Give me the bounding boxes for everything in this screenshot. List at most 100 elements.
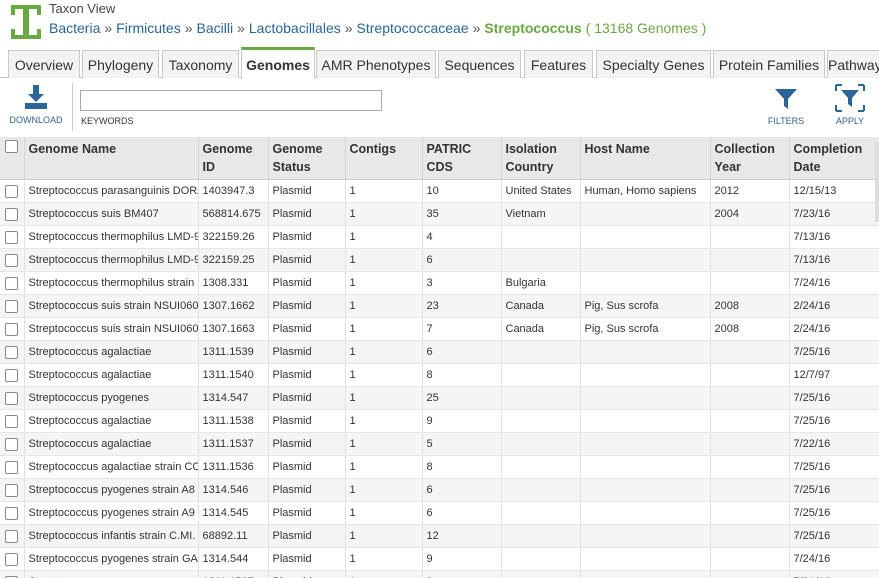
table-row[interactable]: Streptococcus agalactiae 1311.1539 Plasmid… bbox=[0, 340, 879, 364]
table-cell: 8 bbox=[422, 363, 502, 387]
column-header-isolation-country[interactable]: Isolation Country bbox=[501, 137, 581, 180]
table-row[interactable]: Streptococcus agalactiae strain CC 1311.1… bbox=[0, 455, 879, 479]
row-checkbox[interactable] bbox=[5, 529, 19, 543]
table-cell: 1311.1538 bbox=[198, 409, 269, 433]
tab-genomes[interactable]: Genomes bbox=[241, 47, 315, 79]
table-cell bbox=[580, 248, 711, 272]
table-cell bbox=[710, 248, 790, 272]
breadcrumb-link[interactable]: Bacilli bbox=[197, 20, 234, 36]
column-header-patric-cds[interactable]: PATRIC CDS bbox=[422, 137, 502, 180]
table-row[interactable]: Streptococcus pyogenes strain A8 1314.546… bbox=[0, 478, 879, 502]
row-checkbox[interactable] bbox=[5, 276, 19, 290]
table-cell: Streptococcus thermophilus LMD-9 bbox=[24, 248, 199, 272]
breadcrumb: Bacteria» Firmicutes» Bacilli» Lactobacilla… bbox=[49, 20, 706, 36]
table-cell bbox=[580, 478, 711, 502]
table-row[interactable]: Streptococcus suis BM407 568814.675 Plasmi… bbox=[0, 202, 879, 226]
table-row[interactable]: Streptococcus parasanguinis DORA_23_2414… bbox=[0, 179, 879, 203]
tab-overview[interactable]: Overview bbox=[8, 50, 80, 78]
filters-button[interactable]: FILTERS bbox=[763, 87, 809, 126]
column-header-contigs[interactable]: Contigs bbox=[345, 137, 423, 180]
table-row[interactable]: Streptococcus suis strain NSUI060 1307.16… bbox=[0, 317, 879, 341]
table-cell: 1314.545 bbox=[198, 501, 269, 525]
row-checkbox[interactable] bbox=[5, 414, 19, 428]
table-cell: 1311.1539 bbox=[198, 340, 269, 364]
tab-amr-phenotypes[interactable]: AMR Phenotypes bbox=[316, 50, 436, 78]
column-header-genome-name[interactable]: Genome Name bbox=[24, 137, 199, 180]
table-cell: Human, Homo sapiens bbox=[580, 179, 711, 203]
row-select-cell bbox=[0, 179, 25, 203]
table-cell: Streptococcus ... bbox=[24, 570, 199, 578]
select-all-checkbox[interactable] bbox=[5, 140, 19, 154]
row-checkbox[interactable] bbox=[5, 322, 19, 336]
keywords-label: KEYWORDS bbox=[81, 116, 134, 126]
table-cell: 2/24/16 bbox=[789, 317, 879, 341]
table-cell bbox=[501, 386, 581, 410]
table-cell: 25 bbox=[422, 386, 502, 410]
table-row[interactable]: Streptococcus agalactiae 1311.1537 Plasmid… bbox=[0, 432, 879, 456]
download-button[interactable]: DOWNLOAD bbox=[6, 83, 66, 125]
table-cell: 2012 bbox=[710, 179, 790, 203]
table-cell bbox=[501, 363, 581, 387]
column-header-completion-date[interactable]: Completion Date bbox=[789, 137, 879, 180]
tab-specialty-genes[interactable]: Specialty Genes bbox=[596, 50, 711, 78]
table-row[interactable]: Streptococcus ...1311.1535Plasmid19 7/24/… bbox=[0, 570, 879, 578]
row-checkbox[interactable] bbox=[5, 506, 19, 520]
tab-phylogeny[interactable]: Phylogeny bbox=[82, 50, 159, 78]
breadcrumb-link[interactable]: Firmicutes bbox=[116, 20, 181, 36]
table-row[interactable]: Streptococcus infantis strain C.MI. 68892… bbox=[0, 524, 879, 548]
breadcrumb-link[interactable]: Streptococcaceae bbox=[357, 20, 469, 36]
row-checkbox[interactable] bbox=[5, 253, 19, 267]
genomes-table: Genome Name Genome ID Genome Status Contigs… bbox=[0, 137, 879, 578]
apply-button[interactable]: APPLY bbox=[830, 83, 870, 126]
tab-pathways[interactable]: Pathways bbox=[827, 50, 879, 78]
table-row[interactable]: Streptococcus pyogenes strain GA 1314.544… bbox=[0, 547, 879, 571]
tab-taxonomy[interactable]: Taxonomy bbox=[162, 50, 239, 78]
table-cell: 8 bbox=[422, 455, 502, 479]
breadcrumb-link[interactable]: Lactobacillales bbox=[249, 20, 341, 36]
table-row[interactable]: Streptococcus pyogenes 1314.547 Plasmid 1 25… bbox=[0, 386, 879, 410]
keywords-input[interactable] bbox=[80, 90, 382, 111]
table-cell: Streptococcus parasanguinis DORA_23_24 bbox=[24, 179, 199, 203]
tab-protein-families[interactable]: Protein Families bbox=[713, 50, 825, 78]
table-cell: 568814.675 bbox=[198, 202, 269, 226]
table-cell: 2/24/16 bbox=[789, 294, 879, 318]
row-checkbox[interactable] bbox=[5, 552, 19, 566]
row-checkbox[interactable] bbox=[5, 207, 19, 221]
table-cell bbox=[501, 455, 581, 479]
table-cell: 1307.1662 bbox=[198, 294, 269, 318]
tab-features[interactable]: Features bbox=[524, 50, 593, 78]
column-header-genome-id[interactable]: Genome ID bbox=[198, 137, 269, 180]
table-row[interactable]: Streptococcus suis strain NSUI060 1307.16… bbox=[0, 294, 879, 318]
row-checkbox[interactable] bbox=[5, 460, 19, 474]
table-row[interactable]: Streptococcus agalactiae 1311.1540 Plasmid… bbox=[0, 363, 879, 387]
grid-scrollbar[interactable] bbox=[875, 142, 879, 222]
table-cell: Plasmid bbox=[268, 386, 346, 410]
column-header-host-name[interactable]: Host Name bbox=[580, 137, 711, 180]
table-cell: 9 bbox=[422, 547, 502, 571]
row-checkbox[interactable] bbox=[5, 299, 19, 313]
row-select-cell bbox=[0, 547, 25, 571]
table-row[interactable]: Streptococcus agalactiae 1311.1538 Plasmid… bbox=[0, 409, 879, 433]
row-checkbox[interactable] bbox=[5, 391, 19, 405]
row-select-cell bbox=[0, 294, 25, 318]
table-row[interactable]: Streptococcus thermophilus LMD-9 322159.2… bbox=[0, 225, 879, 249]
row-select-cell bbox=[0, 478, 25, 502]
row-checkbox[interactable] bbox=[5, 184, 19, 198]
table-row[interactable]: Streptococcus thermophilus strain 1308.33… bbox=[0, 271, 879, 295]
table-cell: 6 bbox=[422, 248, 502, 272]
table-row[interactable]: Streptococcus thermophilus LMD-9 322159.2… bbox=[0, 248, 879, 272]
breadcrumb-link[interactable]: Bacteria bbox=[49, 20, 100, 36]
column-header-genome-status[interactable]: Genome Status bbox=[268, 137, 346, 180]
row-checkbox[interactable] bbox=[5, 230, 19, 244]
table-row[interactable]: Streptococcus pyogenes strain A9 1314.545… bbox=[0, 501, 879, 525]
table-cell: 4 bbox=[422, 225, 502, 249]
tab-sequences[interactable]: Sequences bbox=[438, 50, 521, 78]
table-cell: Plasmid bbox=[268, 363, 346, 387]
column-header-collection-year[interactable]: Collection Year bbox=[710, 137, 790, 180]
row-checkbox[interactable] bbox=[5, 368, 19, 382]
row-checkbox[interactable] bbox=[5, 483, 19, 497]
table-cell: 1 bbox=[345, 455, 423, 479]
row-checkbox[interactable] bbox=[5, 345, 19, 359]
row-checkbox[interactable] bbox=[5, 437, 19, 451]
table-cell bbox=[501, 340, 581, 364]
